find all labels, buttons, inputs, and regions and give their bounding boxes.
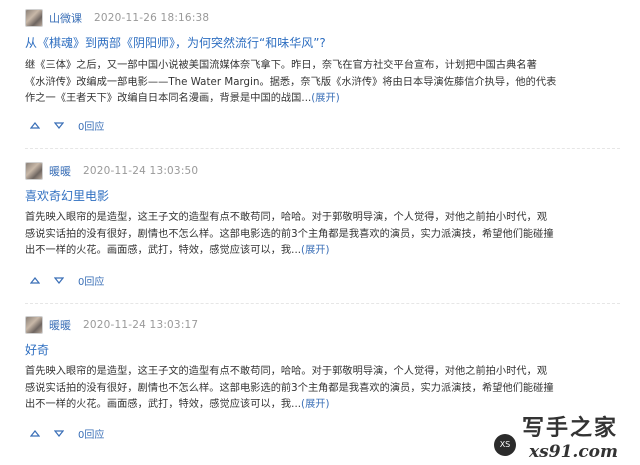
review-body: 继《三体》之后，又一部中国小说被美国流媒体奈飞拿下。昨日，奈飞在官方社交平台宣布… <box>25 58 610 108</box>
reply-count-link[interactable]: 0回应 <box>78 273 104 288</box>
downvote-button[interactable] <box>52 273 66 287</box>
downvote-button[interactable] <box>52 118 66 132</box>
review-body-line: 首先映入眼帘的是造型，这王子文的造型有点不敢苟同，哈哈。对于郭敬明导演，个人觉得… <box>25 366 548 377</box>
watermark: XS 写手之家 xs91.com <box>493 410 618 462</box>
review-body-line: 继《三体》之后，又一部中国小说被美国流媒体奈飞拿下。昨日，奈飞在官方社交平台宣布… <box>25 60 537 71</box>
triangle-down-icon <box>54 276 64 284</box>
divider <box>25 148 620 149</box>
username-link[interactable]: 山微课 <box>49 10 82 26</box>
review-body-line: 首先映入眼帘的是造型，这王子文的造型有点不敢苟同，哈哈。对于郭敬明导演，个人觉得… <box>25 212 548 223</box>
review-header: 暖暖 2020-11-24 13:03:50 <box>25 161 198 181</box>
upvote-button[interactable] <box>28 118 42 132</box>
triangle-down-icon <box>54 429 64 437</box>
review-body-line: 《水浒传》改编成一部电影——The Water Margin。据悉，奈飞版《水浒… <box>25 76 557 88</box>
timestamp: 2020-11-24 13:03:50 <box>83 165 199 177</box>
triangle-up-icon <box>30 276 40 284</box>
avatar[interactable] <box>25 316 43 334</box>
avatar[interactable] <box>25 162 43 180</box>
review-actions: 0回应 <box>28 117 104 133</box>
expand-link[interactable]: (展开) <box>301 399 330 410</box>
expand-link[interactable]: (展开) <box>301 245 330 256</box>
username-link[interactable]: 暖暖 <box>49 163 71 179</box>
review-actions: 0回应 <box>28 425 104 441</box>
timestamp: 2020-11-26 18:16:38 <box>94 12 210 24</box>
watermark-site-name: 写手之家 <box>521 415 618 441</box>
username-link[interactable]: 暖暖 <box>49 317 71 333</box>
review-body: 首先映入眼帘的是造型，这王子文的造型有点不敢苟同，哈哈。对于郭敬明导演，个人觉得… <box>25 210 610 260</box>
triangle-up-icon <box>30 121 40 129</box>
divider <box>25 303 620 304</box>
review-body-line: 感说实话拍的没有很好，剧情也不怎么样。这部电影选的前3个主角都是我喜欢的演员，实… <box>25 382 554 394</box>
review-actions: 0回应 <box>28 272 104 288</box>
review-header: 山微课 2020-11-26 18:16:38 <box>25 8 209 28</box>
watermark-logo-icon: XS <box>493 434 516 456</box>
review-body-text: 作之一《王者天下》改编自日本同名漫画，背景是中国的战国... <box>25 93 312 104</box>
upvote-button[interactable] <box>28 273 42 287</box>
review-header: 暖暖 2020-11-24 13:03:17 <box>25 315 198 335</box>
expand-link[interactable]: (展开) <box>311 93 340 104</box>
review-body: 首先映入眼帘的是造型，这王子文的造型有点不敢苟同，哈哈。对于郭敬明导演，个人觉得… <box>25 364 610 414</box>
downvote-button[interactable] <box>52 426 66 440</box>
review-title-link[interactable]: 从《棋魂》到两部《阴阳师》，为何突然流行“和味华风”? <box>25 34 326 51</box>
triangle-down-icon <box>54 121 64 129</box>
review-body-text: 出不一样的火花。画面感，武打，特效，感觉应该可以，我... <box>25 399 302 410</box>
watermark-url: xs91.com <box>529 442 618 462</box>
review-title-link[interactable]: 喜欢奇幻里电影 <box>25 187 109 204</box>
timestamp: 2020-11-24 13:03:17 <box>83 319 199 331</box>
reply-count-link[interactable]: 0回应 <box>78 118 104 133</box>
review-title-link[interactable]: 好奇 <box>25 341 49 358</box>
review-body-line: 感说实话拍的没有很好，剧情也不怎么样。这部电影选的前3个主角都是我喜欢的演员，实… <box>25 228 554 240</box>
upvote-button[interactable] <box>28 426 42 440</box>
review-body-text: 出不一样的火花。画面感，武打，特效，感觉应该可以，我... <box>25 245 302 256</box>
avatar[interactable] <box>25 9 43 27</box>
review-body-line: 作之一《王者天下》改编自日本同名漫画，背景是中国的战国...(展开) <box>25 91 610 108</box>
reply-count-link[interactable]: 0回应 <box>78 426 104 441</box>
triangle-up-icon <box>30 429 40 437</box>
review-body-line: 出不一样的火花。画面感，武打，特效，感觉应该可以，我...(展开) <box>25 243 610 260</box>
